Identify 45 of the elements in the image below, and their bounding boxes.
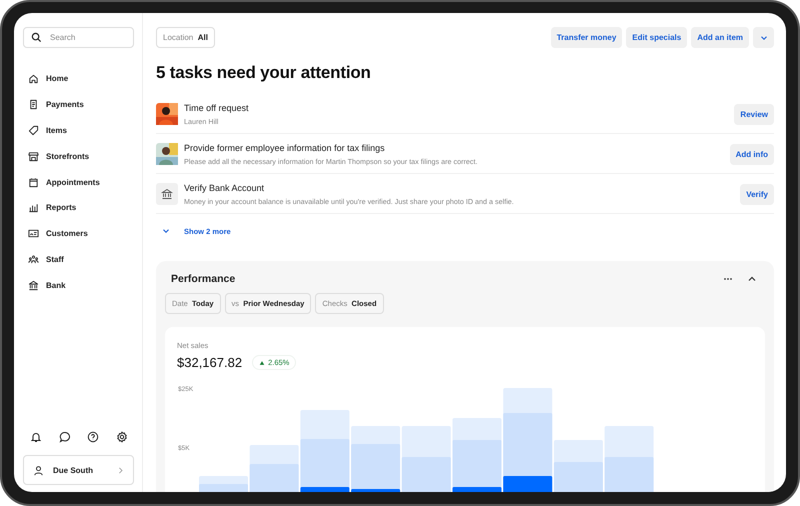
- store-icon: [28, 150, 39, 162]
- nav-item[interactable]: Items: [23, 118, 134, 144]
- bar-chart-icon: [28, 202, 39, 214]
- net-sales-amount: $32,167.82: [177, 355, 242, 370]
- task-title: Time off request: [184, 102, 250, 112]
- action-button[interactable]: Transfer money: [550, 27, 622, 48]
- receipt-icon: [28, 99, 39, 110]
- settings-icon[interactable]: [116, 431, 128, 443]
- help-icon[interactable]: [87, 431, 100, 443]
- location-filter[interactable]: Location All: [156, 27, 215, 48]
- bank-icon: [156, 183, 178, 205]
- person-icon: [33, 464, 44, 476]
- nav-item[interactable]: Storefronts: [23, 143, 134, 170]
- task-title: Provide former employee information for tax filings: [184, 142, 386, 152]
- account-button[interactable]: Due South: [23, 455, 134, 485]
- bell-icon[interactable]: [30, 431, 42, 443]
- nav-item[interactable]: Bank: [23, 272, 134, 298]
- nav-item[interactable]: Payments: [23, 92, 134, 118]
- nav-item[interactable]: Staff: [23, 246, 134, 272]
- nav-item[interactable]: Home: [23, 66, 134, 92]
- chat-bubble-icon[interactable]: [58, 431, 71, 443]
- home-icon: [28, 73, 39, 84]
- nav-item[interactable]: Appointments: [23, 169, 134, 195]
- bar: [604, 426, 654, 492]
- bar: [351, 426, 400, 492]
- calendar-icon: [28, 176, 39, 188]
- task-action-button[interactable]: Add info: [730, 144, 774, 164]
- action-button[interactable]: Add an item: [691, 27, 749, 48]
- panel-title: Performance: [171, 273, 236, 285]
- bar: [199, 476, 248, 492]
- page-heading: 5 tasks need your attention: [156, 63, 372, 83]
- action-button[interactable]: Edit specials: [626, 27, 688, 48]
- chevron-right-icon: [116, 466, 125, 474]
- people-icon: [28, 254, 39, 265]
- search-field[interactable]: Search: [23, 27, 134, 48]
- bank-icon: [28, 280, 39, 291]
- bar: [402, 426, 451, 492]
- nav-item[interactable]: Reports: [23, 194, 134, 221]
- id-card-icon: [28, 228, 39, 240]
- tag-icon: [28, 124, 39, 136]
- task-title: Verify Bank Account: [184, 182, 266, 192]
- nav-item[interactable]: Customers: [23, 220, 134, 247]
- task-action-button[interactable]: Verify: [740, 184, 774, 204]
- task-action-button[interactable]: Review: [734, 104, 774, 124]
- search-icon: [31, 32, 42, 43]
